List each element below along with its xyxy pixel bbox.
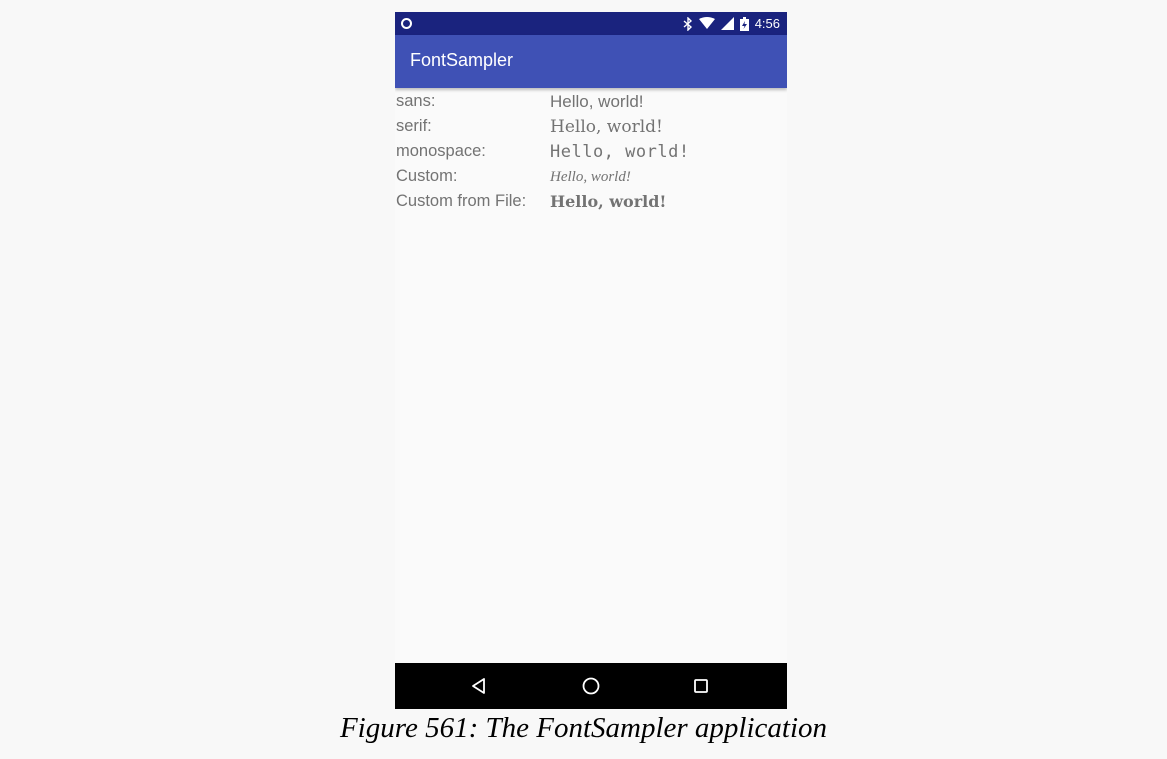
home-icon[interactable] [581,676,601,696]
status-icons: 4:56 [683,12,780,35]
row-sans: sans: Hello, world! [395,90,787,115]
back-icon[interactable] [470,676,490,696]
row-custom: Custom: Hello, world! [395,165,787,190]
battery-icon [739,16,749,31]
wifi-icon [698,17,715,30]
navigation-bar [395,663,787,709]
row-label: sans: [396,92,436,110]
figure-caption: Figure 561: The FontSampler application [339,712,828,744]
app-title: FontSampler [410,50,514,70]
notification-dot-icon [401,18,412,29]
row-label: Custom: [396,167,458,185]
app-bar: FontSampler [395,35,787,88]
row-monospace: monospace: Hello, world! [395,140,787,165]
status-bar: 4:56 [395,12,787,35]
font-sample-list: sans: Hello, world! serif: Hello, world!… [395,90,787,215]
row-label: monospace: [396,142,486,160]
sample-text-sans: Hello, world! [550,92,644,111]
row-serif: serif: Hello, world! [395,115,787,140]
sample-text-custom: Hello, world! [550,169,631,185]
sample-text-serif: Hello, world! [550,117,663,137]
status-time: 4:56 [754,16,780,31]
phone-screen: 4:56 FontSampler sans: Hello, world! ser… [395,12,787,709]
row-custom-from-file: Custom from File: Hello, world! [395,190,787,215]
recents-icon[interactable] [691,676,711,696]
sample-text-custom-file: Hello, world! [550,192,667,211]
row-label: serif: [396,117,432,135]
signal-icon [720,17,734,30]
bluetooth-icon [683,16,693,31]
sample-text-monospace: Hello, world! [550,142,690,162]
row-label: Custom from File: [396,192,527,210]
